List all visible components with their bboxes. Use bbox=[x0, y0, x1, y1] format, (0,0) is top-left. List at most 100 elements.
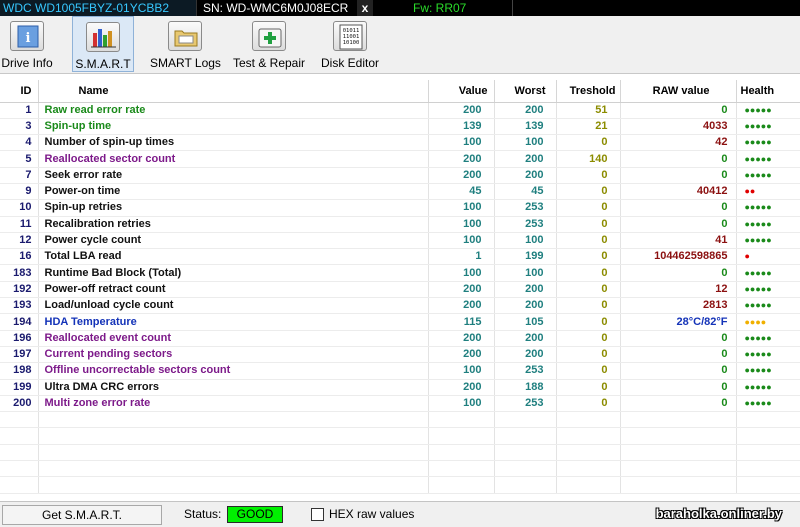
hex-raw-checkbox[interactable] bbox=[311, 508, 324, 521]
cell-treshold: 0 bbox=[556, 395, 621, 413]
cell-treshold: 21 bbox=[556, 118, 621, 136]
cell-worst: 253 bbox=[494, 216, 557, 233]
table-row[interactable]: 9 Power-on time 45 45 0 40412 ●● bbox=[0, 183, 800, 201]
cell-value: 100 bbox=[428, 362, 495, 380]
header-id[interactable]: ID bbox=[0, 80, 39, 103]
watermark: baraholka.onliner.by bbox=[655, 506, 782, 521]
cell-raw-value: 41 bbox=[620, 232, 737, 250]
cell-treshold: 0 bbox=[556, 297, 621, 315]
table-row[interactable]: 196 Reallocated event count 200 200 0 0 ●●●●● bbox=[0, 330, 800, 347]
cell-treshold: 0 bbox=[556, 248, 621, 266]
cell-treshold: 0 bbox=[556, 362, 621, 380]
cell-name: Number of spin-up times bbox=[38, 134, 429, 152]
get-smart-button[interactable]: Get S.M.A.R.T. bbox=[2, 505, 162, 525]
empty-cell bbox=[428, 427, 495, 445]
cell-id: 9 bbox=[0, 183, 39, 201]
empty-cell bbox=[494, 411, 557, 429]
table-row[interactable]: 197 Current pending sectors 200 200 0 0 ●●●●● bbox=[0, 346, 800, 364]
svg-text:10100: 10100 bbox=[343, 40, 360, 46]
cell-health: ●●●●● bbox=[736, 346, 800, 364]
empty-cell bbox=[556, 411, 621, 429]
cell-raw-value: 40412 bbox=[620, 183, 737, 201]
cell-name: Multi zone error rate bbox=[38, 395, 429, 413]
health-dots-icon: ●●●●● bbox=[744, 300, 772, 311]
table-row[interactable]: 183 Runtime Bad Block (Total) 100 100 0 0 ●●●●… bbox=[0, 264, 800, 282]
header-worst[interactable]: Worst bbox=[494, 80, 557, 103]
smart-logs-label: SMART Logs bbox=[150, 56, 221, 70]
cell-value: 200 bbox=[428, 379, 495, 396]
cell-id: 193 bbox=[0, 297, 39, 315]
cell-name: Spin-up retries bbox=[38, 199, 429, 217]
cell-value: 200 bbox=[428, 167, 495, 184]
cell-health: ●●●●● bbox=[736, 150, 800, 168]
table-row[interactable]: 10 Spin-up retries 100 253 0 0 ●●●●● bbox=[0, 199, 800, 217]
health-dots-icon: ●●●●● bbox=[744, 153, 772, 164]
health-dots-icon: ● bbox=[744, 251, 750, 262]
header-treshold[interactable]: Treshold bbox=[556, 80, 621, 103]
health-dots-icon: ●●●●● bbox=[744, 283, 772, 294]
main-toolbar: i Drive Info S.M.A.R.T SMART Logs Test &… bbox=[0, 16, 800, 74]
table-row[interactable]: 5 Reallocated sector count 200 200 140 0 ●●●●● bbox=[0, 150, 800, 168]
table-row[interactable]: 7 Seek error rate 200 200 0 0 ●●●●● bbox=[0, 167, 800, 184]
smart-logs-button[interactable]: SMART Logs bbox=[150, 16, 221, 72]
cell-worst: 200 bbox=[494, 281, 557, 299]
cell-raw-value: 2813 bbox=[620, 297, 737, 315]
empty-cell bbox=[620, 460, 737, 478]
empty-cell bbox=[736, 411, 800, 429]
table-row[interactable]: 11 Recalibration retries 100 253 0 0 ●●●●● bbox=[0, 216, 800, 233]
header-name[interactable]: Name bbox=[38, 80, 429, 103]
empty-cell bbox=[556, 444, 621, 462]
close-icon[interactable]: x bbox=[357, 0, 373, 16]
cell-value: 100 bbox=[428, 216, 495, 233]
table-row[interactable]: 16 Total LBA read 1 199 0 104462598865 ● bbox=[0, 248, 800, 266]
cell-health: ●●●●● bbox=[736, 264, 800, 282]
smart-button[interactable]: S.M.A.R.T bbox=[72, 16, 134, 72]
table-row[interactable]: 194 HDA Temperature 115 105 0 28°C/82°F ●●●● bbox=[0, 313, 800, 331]
cell-health: ●●●●● bbox=[736, 167, 800, 184]
cell-worst: 100 bbox=[494, 264, 557, 282]
table-row[interactable]: 199 Ultra DMA CRC errors 200 188 0 0 ●●●●● bbox=[0, 379, 800, 396]
test-repair-button[interactable]: Test & Repair bbox=[231, 16, 307, 72]
cell-value: 200 bbox=[428, 102, 495, 119]
cell-health: ●●●●● bbox=[736, 232, 800, 250]
cell-worst: 253 bbox=[494, 199, 557, 217]
cell-treshold: 0 bbox=[556, 346, 621, 364]
cell-raw-value: 4033 bbox=[620, 118, 737, 136]
cell-value: 200 bbox=[428, 330, 495, 347]
empty-cell bbox=[494, 476, 557, 494]
cell-name: Current pending sectors bbox=[38, 346, 429, 364]
smart-icon bbox=[86, 22, 120, 52]
cell-name: Recalibration retries bbox=[38, 216, 429, 233]
disk-editor-button[interactable]: 01011 11001 10100 Disk Editor bbox=[318, 16, 382, 72]
header-raw-value[interactable]: RAW value bbox=[620, 80, 737, 103]
hex-raw-label[interactable]: HEX raw values bbox=[329, 507, 414, 521]
drive-serial: SN: WD-WMC6M0J08ECR bbox=[203, 1, 349, 15]
drive-info-button[interactable]: i Drive Info bbox=[0, 16, 54, 72]
empty-cell bbox=[428, 460, 495, 478]
cell-raw-value: 0 bbox=[620, 216, 737, 233]
table-row[interactable]: 4 Number of spin-up times 100 100 0 42 ●●●●● bbox=[0, 134, 800, 152]
empty-cell bbox=[736, 476, 800, 494]
empty-cell bbox=[494, 427, 557, 445]
table-row[interactable]: 200 Multi zone error rate 100 253 0 0 ●●●●● bbox=[0, 395, 800, 413]
cell-id: 196 bbox=[0, 330, 39, 347]
table-row[interactable]: 192 Power-off retract count 200 200 0 12 ●●●●● bbox=[0, 281, 800, 299]
cell-health: ●●●●● bbox=[736, 118, 800, 136]
health-dots-icon: ●●●●● bbox=[744, 365, 772, 376]
table-row[interactable]: 3 Spin-up time 139 139 21 4033 ●●●●● bbox=[0, 118, 800, 136]
empty-cell bbox=[0, 411, 39, 429]
header-value[interactable]: Value bbox=[428, 80, 495, 103]
table-row[interactable]: 1 Raw read error rate 200 200 51 0 ●●●●● bbox=[0, 102, 800, 119]
table-row[interactable]: 193 Load/unload cycle count 200 200 0 2813 ●●●… bbox=[0, 297, 800, 315]
cell-value: 115 bbox=[428, 313, 495, 331]
table-row[interactable]: 12 Power cycle count 100 100 0 41 ●●●●● bbox=[0, 232, 800, 250]
cell-treshold: 0 bbox=[556, 199, 621, 217]
empty-cell bbox=[428, 476, 495, 494]
drive-model[interactable]: WDC WD1005FBYZ-01YCBB2 bbox=[0, 0, 197, 16]
empty-cell bbox=[736, 444, 800, 462]
header-health[interactable]: Health bbox=[736, 80, 800, 103]
table-row[interactable]: 198 Offline uncorrectable sectors count 10… bbox=[0, 362, 800, 380]
cell-raw-value: 0 bbox=[620, 395, 737, 413]
cell-worst: 139 bbox=[494, 118, 557, 136]
cell-health: ●●●●● bbox=[736, 199, 800, 217]
